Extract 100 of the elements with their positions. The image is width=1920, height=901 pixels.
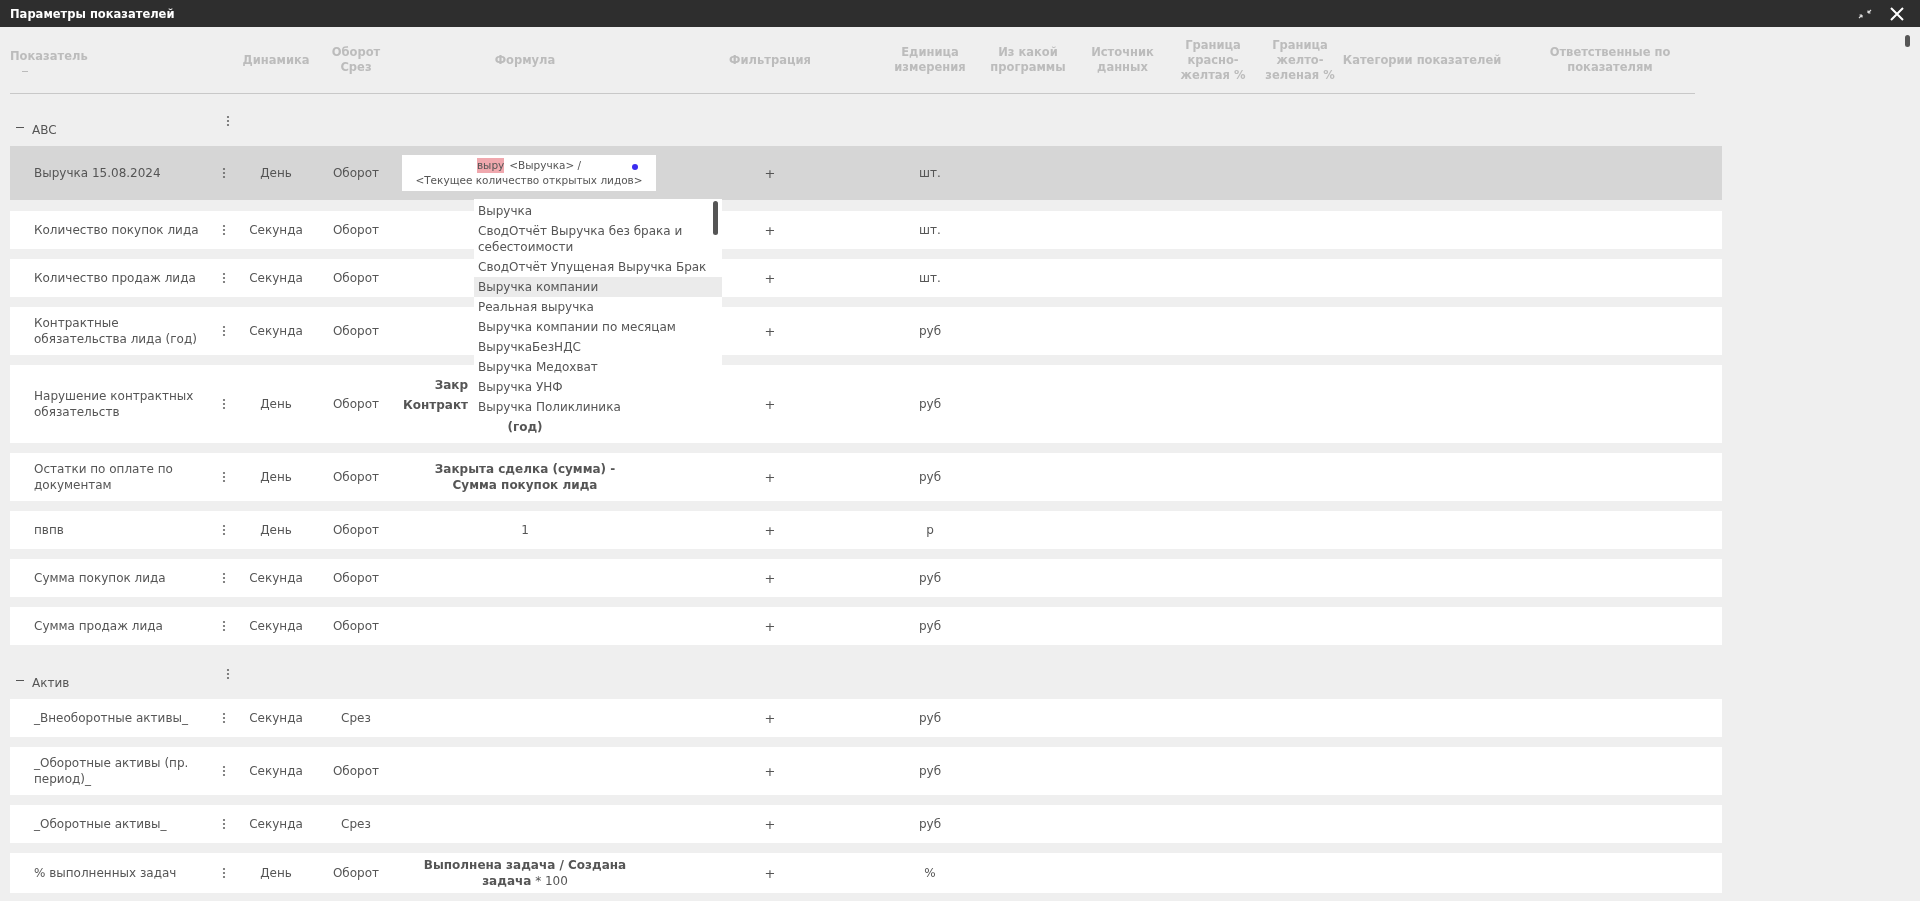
more-icon[interactable] xyxy=(222,712,226,724)
suggestion-item[interactable]: Выручка УНФ xyxy=(474,377,714,397)
table-cell: руб xyxy=(918,470,942,484)
indicator-name: Выручка 15.08.2024 xyxy=(34,165,162,182)
table-cell: Оборот xyxy=(332,523,380,537)
scrollbar-thumb[interactable] xyxy=(1905,35,1910,47)
table-cell: Оборот xyxy=(332,324,380,338)
collapse-icon[interactable] xyxy=(1858,8,1872,19)
table-row[interactable]: _Оборотные активы_ Секунда Срез + руб xyxy=(10,805,1722,843)
formula-text: 1 xyxy=(520,522,530,539)
filter-add-button[interactable]: + xyxy=(764,710,776,726)
formula-field[interactable]: выру <Выручка> / <Текущее количество открытых лидов> xyxy=(402,155,656,191)
table-row[interactable]: Сумма продаж лида Секунда Оборот + руб xyxy=(10,607,1722,645)
table-cell: День xyxy=(260,470,292,484)
close-icon[interactable] xyxy=(1890,6,1904,21)
filter-add-button[interactable]: + xyxy=(764,222,776,238)
suggestion-item[interactable]: ВыручкаБезНДС xyxy=(474,337,714,357)
table-cell: Оборот xyxy=(332,619,380,633)
filter-add-button[interactable]: + xyxy=(764,618,776,634)
group-name[interactable]: ABC xyxy=(32,123,226,137)
table-cell: День xyxy=(260,397,292,411)
filter-add-button[interactable]: + xyxy=(764,865,776,881)
more-icon[interactable] xyxy=(222,224,226,236)
suggestion-item[interactable]: СводОтчёт Упущеная Выручка Брак xyxy=(474,257,714,277)
formula-text: <Выручка> / xyxy=(509,158,582,173)
filter-add-button[interactable]: + xyxy=(764,763,776,779)
indicator-name: % выполненных задач xyxy=(34,865,178,882)
cursor-dot-icon xyxy=(632,164,638,170)
table-cell: Секунда xyxy=(249,324,303,338)
table-cell: Оборот xyxy=(332,571,380,585)
more-icon[interactable] xyxy=(222,272,226,284)
table-cell: руб xyxy=(918,817,942,831)
table-cell: Секунда xyxy=(249,223,303,237)
formula-text: Закрыта сделка (сумма) - Сумма покупок лида xyxy=(433,461,617,494)
indicator-name: _Внеоборотные активы_ xyxy=(34,710,189,727)
filter-add-button[interactable]: + xyxy=(764,469,776,485)
suggestion-item[interactable]: Выручка компании xyxy=(474,277,722,297)
indicator-name: Нарушение контрактных обязательств xyxy=(34,388,195,421)
table-cell: руб xyxy=(918,324,942,338)
table-row[interactable]: _Внеоборотные активы_ Секунда Срез + руб xyxy=(10,699,1722,737)
filter-add-button[interactable]: + xyxy=(764,570,776,586)
filter-add-button[interactable]: + xyxy=(764,816,776,832)
indicator-name: Контрактные обязательства лида (год) xyxy=(34,315,198,348)
table-cell: Оборот xyxy=(332,166,380,180)
table-cell: Оборот xyxy=(332,764,380,778)
formula-text: <Текущее количество открытых лидов> xyxy=(415,173,643,188)
more-icon[interactable] xyxy=(222,620,226,632)
table-cell: р xyxy=(926,523,934,537)
indicator-name: пвпв xyxy=(34,522,65,539)
more-icon[interactable] xyxy=(222,524,226,536)
table-row[interactable]: Сумма покупок лида Секунда Оборот + руб xyxy=(10,559,1722,597)
table-row[interactable]: пвпв День Оборот 1 + р xyxy=(10,511,1722,549)
more-icon[interactable] xyxy=(226,668,230,680)
filter-add-button[interactable]: + xyxy=(764,323,776,339)
filter-add-button[interactable]: + xyxy=(764,270,776,286)
table-cell: руб xyxy=(918,711,942,725)
indicator-name: _Оборотные активы (пр. период)_ xyxy=(34,755,190,788)
table-cell: Секунда xyxy=(249,619,303,633)
more-icon[interactable] xyxy=(222,818,226,830)
table-cell: Секунда xyxy=(249,711,303,725)
more-icon[interactable] xyxy=(222,325,226,337)
indicator-name: Сумма продаж лида xyxy=(34,618,164,635)
table-cell: Оборот xyxy=(332,470,380,484)
table-cell: День xyxy=(260,166,292,180)
table-cell: Срез xyxy=(341,817,371,831)
table-row[interactable]: Остатки по оплате по документам День Оборот Закрыта сделка (сумма) - Сумма покупок лида + руб xyxy=(10,453,1722,501)
more-icon[interactable] xyxy=(222,398,226,410)
more-icon[interactable] xyxy=(222,471,226,483)
more-icon[interactable] xyxy=(222,867,226,879)
table-cell: руб xyxy=(918,764,942,778)
table-row[interactable]: % выполненных задач День Оборот Выполнена задача / Создана задача* 100 + % xyxy=(10,853,1722,893)
table-cell: Оборот xyxy=(332,223,380,237)
table-cell: Секунда xyxy=(249,271,303,285)
scrollbar-thumb[interactable] xyxy=(713,201,718,235)
indicator-name: Остатки по оплате по документам xyxy=(34,461,174,494)
more-icon[interactable] xyxy=(222,765,226,777)
suggestion-item[interactable]: Выручка Поликлиника xyxy=(474,397,714,417)
formula-text: Контракт xyxy=(402,397,468,414)
filter-add-button[interactable]: + xyxy=(764,522,776,538)
table-row[interactable]: Выручка 15.08.2024 День Оборот выру <Выручка> / <Текущее количество открытых лидов> + шт. xyxy=(10,146,1722,200)
suggestion-item[interactable]: Выручка компании по месяцам xyxy=(474,317,714,337)
filter-add-button[interactable]: + xyxy=(764,165,776,181)
more-icon[interactable] xyxy=(222,572,226,584)
table-cell: Оборот xyxy=(332,397,380,411)
table-cell: Секунда xyxy=(249,571,303,585)
indicator-name: Сумма покупок лида xyxy=(34,570,167,587)
more-icon[interactable] xyxy=(222,167,226,179)
table-cell: Секунда xyxy=(249,764,303,778)
table-cell: Срез xyxy=(341,711,371,725)
table-row[interactable]: _Оборотные активы (пр. период)_ Секунда Оборот + руб xyxy=(10,747,1722,795)
formula-text: (год) xyxy=(507,419,543,436)
table-cell: День xyxy=(260,866,292,880)
table-cell: шт. xyxy=(919,166,941,180)
table-cell: руб xyxy=(918,571,942,585)
filter-add-button[interactable]: + xyxy=(764,396,776,412)
more-icon[interactable] xyxy=(226,115,230,127)
table-cell: День xyxy=(260,523,292,537)
indicator-name: Количество покупок лида xyxy=(34,222,200,239)
indicator-name: Количество продаж лида xyxy=(34,270,197,287)
group-name[interactable]: Актив xyxy=(32,676,226,690)
